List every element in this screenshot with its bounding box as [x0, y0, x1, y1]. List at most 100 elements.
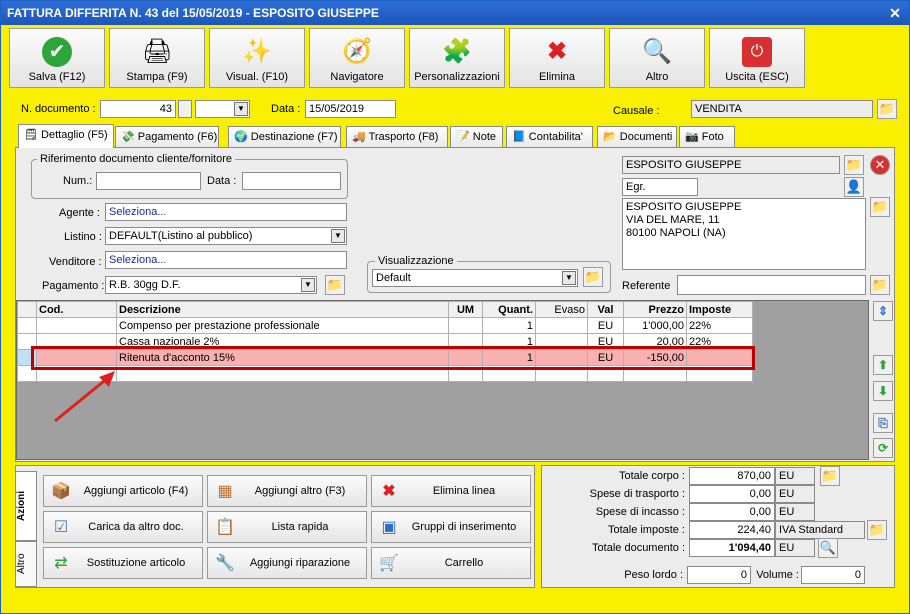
causale-field[interactable]: VENDITA — [691, 100, 873, 118]
cell-cod[interactable] — [36, 317, 117, 334]
cell-imposte[interactable]: 22% — [686, 317, 753, 334]
magic-wand-icon: ✨ — [242, 38, 272, 65]
customize-button[interactable]: 🧩 Personalizzazioni — [409, 28, 505, 88]
chevron-down-icon[interactable]: ▼ — [562, 271, 576, 285]
shipping-field[interactable]: 0,00 — [689, 485, 775, 503]
rif-num-field[interactable] — [96, 172, 201, 190]
cell-evaso[interactable] — [535, 317, 588, 334]
add-article-button[interactable]: 📦 Aggiungi articolo (F4) — [43, 475, 203, 507]
payment-icon: 💸 — [121, 131, 135, 143]
folder-icon[interactable]: 📁 — [820, 466, 840, 486]
table-row[interactable]: Compenso per prestazione professionale 1… — [17, 317, 753, 334]
close-icon[interactable]: ✕ — [887, 5, 903, 21]
swap-icon: ⇄ — [54, 555, 68, 572]
listino-select[interactable]: DEFAULT(Listino al pubblico) ▼ — [105, 227, 347, 245]
tab-azioni[interactable]: Azioni — [15, 471, 37, 541]
pagamento-select[interactable]: R.B. 30gg D.F. ▼ — [105, 276, 317, 294]
rif-date-field[interactable] — [242, 172, 341, 190]
replace-article-button[interactable]: ⇄ Sostituzione articolo — [43, 547, 203, 579]
tab-contabilita[interactable]: 📘 Contabilita' — [506, 126, 593, 147]
delete-x-icon: ✖ — [382, 483, 396, 500]
ndoc-suffix-button[interactable] — [178, 100, 192, 118]
column-header[interactable]: Imposte — [686, 301, 753, 318]
collection-field[interactable]: 0,00 — [689, 503, 775, 521]
copy-icon[interactable]: ⎘ — [873, 413, 893, 433]
column-header[interactable]: Quant. — [482, 301, 536, 318]
folder-icon[interactable]: 📁 — [583, 267, 603, 287]
client-name-field[interactable]: ESPOSITO GIUSEPPE — [622, 156, 840, 174]
folder-icon[interactable]: 📁 — [870, 197, 890, 217]
zoom-icon[interactable]: 🔍 — [818, 538, 838, 558]
volume-field[interactable]: 0 — [801, 566, 865, 584]
move-up-icon[interactable]: ⬆ — [873, 355, 893, 375]
title-bar: FATTURA DIFFERITA N. 43 del 15/05/2019 -… — [1, 1, 909, 25]
insert-groups-button[interactable]: ▣ Gruppi di inserimento — [371, 511, 531, 543]
column-header[interactable]: Val — [587, 301, 624, 318]
cart-button[interactable]: 🛒 Carrello — [371, 547, 531, 579]
delete-line-button[interactable]: ✖ Elimina linea — [371, 475, 531, 507]
delete-button[interactable]: ✖ Elimina — [509, 28, 605, 88]
cell-quant[interactable]: 1 — [482, 317, 536, 334]
listino-label: Listino : — [64, 231, 102, 243]
cart-icon: 🛒 — [379, 555, 399, 572]
refresh-icon[interactable]: ⟳ — [873, 438, 893, 458]
tab-destinazione[interactable]: 🌍 Destinazione (F7) — [228, 126, 341, 147]
venditore-label: Venditore : — [49, 256, 102, 268]
grid-add-icon: ▦ — [217, 483, 233, 500]
visual-select[interactable]: Default ▼ — [372, 269, 578, 287]
folder-icon[interactable]: 📁 — [870, 275, 890, 295]
chevron-down-icon[interactable]: ▼ — [234, 102, 248, 116]
table-header-row: Cod. Descrizione UM Quant. Evaso Val Pre… — [17, 301, 753, 318]
chevron-down-icon[interactable]: ▼ — [301, 278, 315, 292]
chevron-down-icon[interactable]: ▼ — [331, 229, 345, 243]
agente-field[interactable]: Seleziona... — [105, 203, 347, 221]
exit-button[interactable]: ⏻ Uscita (ESC) — [709, 28, 805, 88]
document-lines-grid: Cod. Descrizione UM Quant. Evaso Val Pre… — [16, 300, 869, 460]
column-header[interactable]: Evaso — [535, 301, 588, 318]
navigator-button[interactable]: 🧭 Navigatore — [309, 28, 405, 88]
cell-descrizione[interactable]: Compenso per prestazione professionale — [116, 317, 449, 334]
folder-icon[interactable]: 📁 — [325, 275, 345, 295]
ledger-icon: 📘 — [512, 131, 526, 143]
gross-weight-field[interactable]: 0 — [687, 566, 751, 584]
cell-um[interactable] — [448, 317, 483, 334]
folder-icon[interactable]: 📁 — [844, 155, 864, 175]
cell-val[interactable]: EU — [587, 317, 624, 334]
tab-dettaglio[interactable]: 🗒 Dettaglio (F5) — [18, 124, 114, 148]
other-button[interactable]: 🔍 Altro — [609, 28, 705, 88]
add-other-button[interactable]: ▦ Aggiungi altro (F3) — [207, 475, 367, 507]
print-button[interactable]: 🖨 Stampa (F9) — [109, 28, 205, 88]
cell-prezzo[interactable]: 1'000,00 — [623, 317, 687, 334]
tab-documenti[interactable]: 📂 Documenti — [597, 126, 677, 147]
venditore-field[interactable]: Seleziona... — [105, 251, 347, 269]
preview-button[interactable]: ✨ Visual. (F10) — [209, 28, 305, 88]
annotation-arrow — [54, 371, 115, 423]
clear-icon[interactable]: ✕ — [870, 155, 890, 175]
column-header[interactable]: UM — [448, 301, 483, 318]
tab-foto[interactable]: 📷 Foto — [679, 126, 735, 147]
ndoc-field[interactable]: 43 — [100, 100, 176, 118]
move-down-icon[interactable]: ⬇ — [873, 381, 893, 401]
column-header[interactable]: Prezzo — [623, 301, 687, 318]
person-icon[interactable]: 👤 — [844, 177, 864, 197]
tab-pagamento[interactable]: 💸 Pagamento (F6) — [115, 126, 219, 147]
client-title-field[interactable]: Egr. — [622, 178, 698, 196]
scroll-top-icon[interactable]: ⇕ — [873, 301, 893, 321]
tab-altro[interactable]: Altro — [15, 541, 37, 587]
column-header[interactable]: Descrizione — [116, 301, 449, 318]
save-button[interactable]: ✔ Salva (F12) — [9, 28, 105, 88]
check-icon: ✔ — [42, 37, 72, 67]
folder-icon[interactable]: 📁 — [867, 520, 887, 540]
referente-field[interactable] — [677, 275, 866, 295]
load-from-doc-button[interactable]: ☑ Carica da altro doc. — [43, 511, 203, 543]
client-address-field[interactable]: ESPOSITO GIUSEPPE VIA DEL MARE, 11 80100… — [622, 198, 866, 270]
date-field[interactable]: 15/05/2019 — [305, 100, 396, 118]
tab-note[interactable]: 📝 Note — [450, 126, 503, 147]
globe-icon: 🌍 — [234, 131, 248, 143]
quick-list-button[interactable]: 📋 Lista rapida — [207, 511, 367, 543]
ndoc-series-select[interactable]: ▼ — [195, 100, 250, 118]
add-repair-button[interactable]: 🔧 Aggiungi riparazione — [207, 547, 367, 579]
column-header[interactable]: Cod. — [36, 301, 117, 318]
tab-trasporto[interactable]: 🚚 Trasporto (F8) — [346, 126, 448, 147]
folder-icon[interactable]: 📁 — [877, 99, 897, 119]
